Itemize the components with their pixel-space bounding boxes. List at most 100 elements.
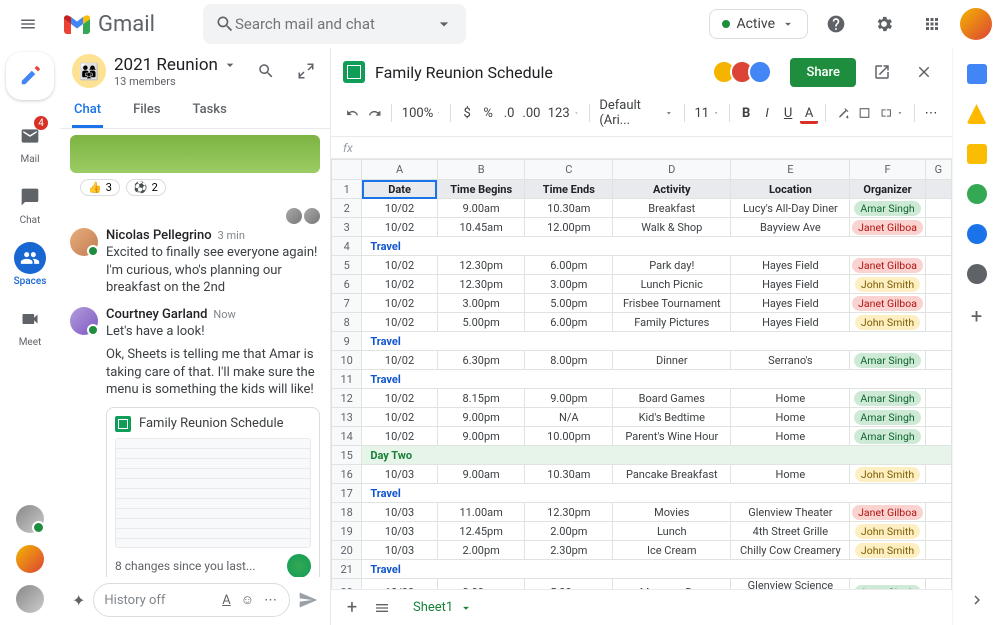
sheet-tab[interactable]: Sheet1: [403, 596, 483, 619]
cell[interactable]: Time Begins: [437, 180, 525, 199]
close-button[interactable]: [908, 56, 940, 88]
search-input[interactable]: [235, 15, 434, 33]
cell[interactable]: 9.00pm: [437, 408, 525, 427]
cell[interactable]: 12.30pm: [525, 503, 613, 522]
status-chip[interactable]: Active: [709, 9, 808, 39]
zoom-select[interactable]: 100%: [399, 103, 444, 124]
cell[interactable]: 12.30pm: [437, 256, 525, 275]
row-header[interactable]: 12: [332, 389, 362, 408]
cell[interactable]: 10.30am: [525, 465, 613, 484]
cell[interactable]: Janet Gilboa: [850, 503, 925, 522]
cell[interactable]: Organizer: [850, 180, 925, 199]
cell[interactable]: Museum Day: [613, 579, 731, 590]
cell[interactable]: 9.00am: [437, 465, 525, 484]
cell[interactable]: 10/02: [362, 389, 437, 408]
cell[interactable]: 2.00pm: [525, 522, 613, 541]
cell[interactable]: 10/03: [362, 579, 437, 590]
cell[interactable]: Movies: [613, 503, 731, 522]
cell[interactable]: 10.45am: [437, 218, 525, 237]
cell[interactable]: 10/02: [362, 408, 437, 427]
bold-button[interactable]: B: [737, 103, 755, 124]
cell[interactable]: Ice Cream: [613, 541, 731, 560]
all-sheets-button[interactable]: [371, 597, 393, 619]
cell[interactable]: 10.00pm: [525, 427, 613, 446]
pinned-contact[interactable]: [16, 505, 44, 533]
account-avatar[interactable]: [960, 8, 992, 40]
cell[interactable]: Janet Gilboa: [850, 218, 925, 237]
cell[interactable]: 9.00am: [437, 199, 525, 218]
cell[interactable]: Travel: [362, 560, 952, 579]
cell[interactable]: Hayes Field: [731, 294, 850, 313]
italic-button[interactable]: I: [758, 103, 776, 124]
cell[interactable]: Bayview Ave: [731, 218, 850, 237]
cell[interactable]: Parent's Wine Hour: [613, 427, 731, 446]
merge-button[interactable]: [877, 102, 907, 124]
cell[interactable]: Park day!: [613, 256, 731, 275]
row-header[interactable]: 17: [332, 484, 362, 503]
cell[interactable]: Kid's Bedtime: [613, 408, 731, 427]
cell[interactable]: Home: [731, 427, 850, 446]
cell[interactable]: 3.00pm: [437, 579, 525, 590]
cell[interactable]: Frisbee Tournament: [613, 294, 731, 313]
cell[interactable]: Home: [731, 389, 850, 408]
font-select[interactable]: Default (Ari...: [596, 95, 676, 131]
add-sheet-button[interactable]: +: [343, 594, 361, 621]
cell[interactable]: N/A: [525, 408, 613, 427]
cell[interactable]: Hayes Field: [731, 313, 850, 332]
cell[interactable]: 10/02: [362, 199, 437, 218]
keep-icon[interactable]: [967, 144, 987, 164]
cell[interactable]: Board Games: [613, 389, 731, 408]
cell[interactable]: Dinner: [613, 351, 731, 370]
cell[interactable]: 3.00pm: [525, 275, 613, 294]
cell[interactable]: 10.30am: [525, 199, 613, 218]
sheets-chip-card[interactable]: Family Reunion Schedule 8 changes since …: [106, 407, 320, 577]
fontsize-select[interactable]: 11: [691, 103, 722, 124]
cell[interactable]: John Smith: [850, 313, 925, 332]
help-button[interactable]: [816, 4, 856, 44]
cell[interactable]: 12.00pm: [525, 218, 613, 237]
reaction-pill[interactable]: 👍3: [80, 179, 120, 196]
cell[interactable]: Walk & Shop: [613, 218, 731, 237]
chevron-down-icon[interactable]: [222, 57, 238, 73]
cell[interactable]: Family Pictures: [613, 313, 731, 332]
cell[interactable]: 8.00pm: [525, 351, 613, 370]
cell[interactable]: Hayes Field: [731, 256, 850, 275]
cell[interactable]: Glenview Theater: [731, 503, 850, 522]
tab-tasks[interactable]: Tasks: [191, 92, 229, 128]
cell[interactable]: 3.00pm: [437, 294, 525, 313]
cell[interactable]: 5.00pm: [437, 313, 525, 332]
message-input[interactable]: History off A ☺ ⋯: [93, 583, 290, 617]
row-header[interactable]: 5: [332, 256, 362, 275]
dec-increase-button[interactable]: .00: [521, 103, 542, 124]
cell[interactable]: Travel: [362, 484, 952, 503]
row-header[interactable]: 3: [332, 218, 362, 237]
redo-button[interactable]: [365, 102, 384, 124]
tab-files[interactable]: Files: [131, 92, 162, 128]
cell[interactable]: 10/03: [362, 503, 437, 522]
cell[interactable]: 12.30pm: [437, 275, 525, 294]
main-menu-button[interactable]: [8, 4, 48, 44]
format-select[interactable]: 123: [545, 103, 582, 124]
cell[interactable]: Hayes Field: [731, 275, 850, 294]
cell[interactable]: Lunch: [613, 522, 731, 541]
percent-button[interactable]: %: [479, 103, 497, 124]
cell[interactable]: Travel: [362, 237, 952, 256]
cell[interactable]: Chilly Cow Creamery: [731, 541, 850, 560]
row-header[interactable]: 7: [332, 294, 362, 313]
row-header[interactable]: 6: [332, 275, 362, 294]
calendar-icon[interactable]: [967, 64, 987, 84]
search-options-icon[interactable]: [434, 14, 454, 34]
spreadsheet-grid[interactable]: ABCDEFG 1DateTime BeginsTime EndsActivit…: [331, 159, 952, 589]
nav-chat[interactable]: Chat: [4, 177, 56, 230]
cell[interactable]: 8.15pm: [437, 389, 525, 408]
cell[interactable]: 5.30pm: [525, 579, 613, 590]
row-header[interactable]: 8: [332, 313, 362, 332]
cell[interactable]: 10/02: [362, 313, 437, 332]
cell[interactable]: Janet Gilboa: [850, 256, 925, 275]
nav-spaces[interactable]: Spaces: [4, 238, 56, 291]
emoji-icon[interactable]: ☺: [239, 590, 256, 610]
row-header[interactable]: 16: [332, 465, 362, 484]
cell[interactable]: Amar Singh: [850, 579, 925, 590]
drive-icon[interactable]: [967, 104, 987, 124]
pinned-contact[interactable]: [16, 545, 44, 573]
